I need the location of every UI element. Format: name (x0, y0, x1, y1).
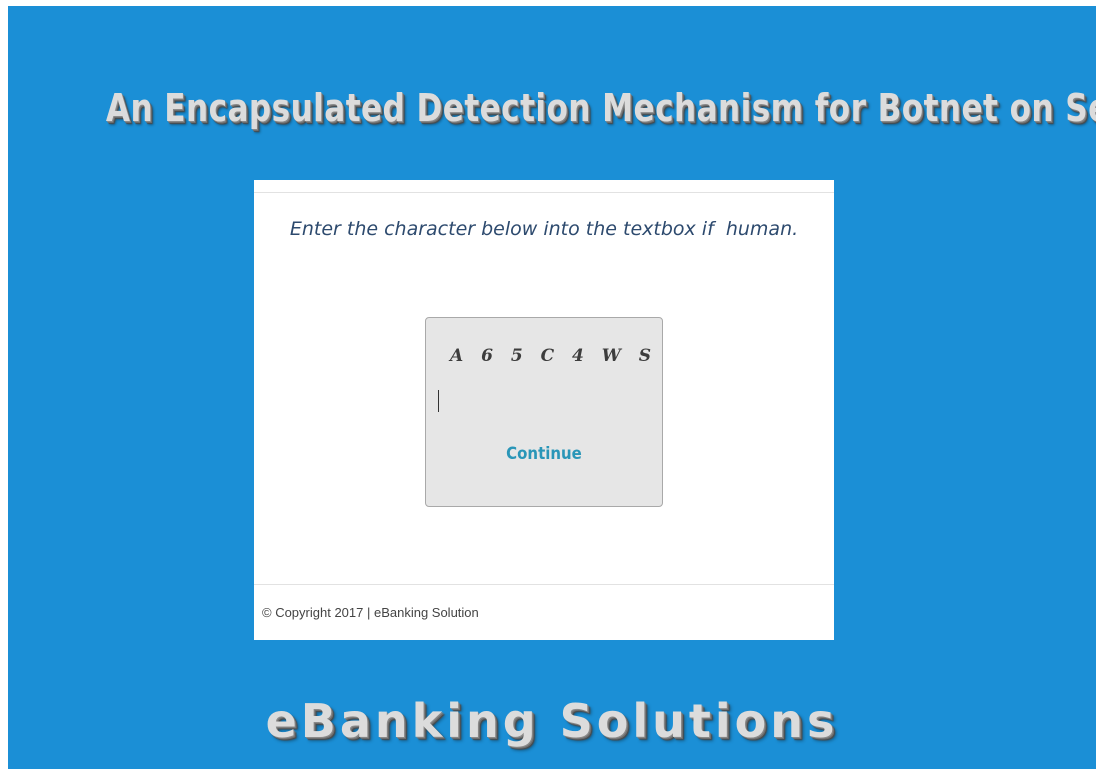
captcha-input[interactable] (436, 386, 650, 414)
card-top-divider (254, 192, 834, 193)
copyright-text: © Copyright 2017 | eBanking Solution (262, 605, 479, 620)
card-bottom-divider (254, 584, 834, 585)
site-title: An Encapsulated Detection Mechanism for … (105, 86, 1096, 130)
continue-button[interactable]: Continue (440, 444, 648, 464)
brand-name: eBanking Solutions (265, 694, 839, 748)
captcha-instruction: Enter the character below into the textb… (289, 218, 799, 240)
page-background: An Encapsulated Detection Mechanism for … (8, 6, 1096, 769)
captcha-box: A 6 5 C 4 W S Continue (425, 317, 663, 507)
text-cursor (438, 390, 439, 412)
captcha-card: Enter the character below into the textb… (254, 180, 834, 640)
captcha-code: A 6 5 C 4 W S (450, 346, 658, 366)
